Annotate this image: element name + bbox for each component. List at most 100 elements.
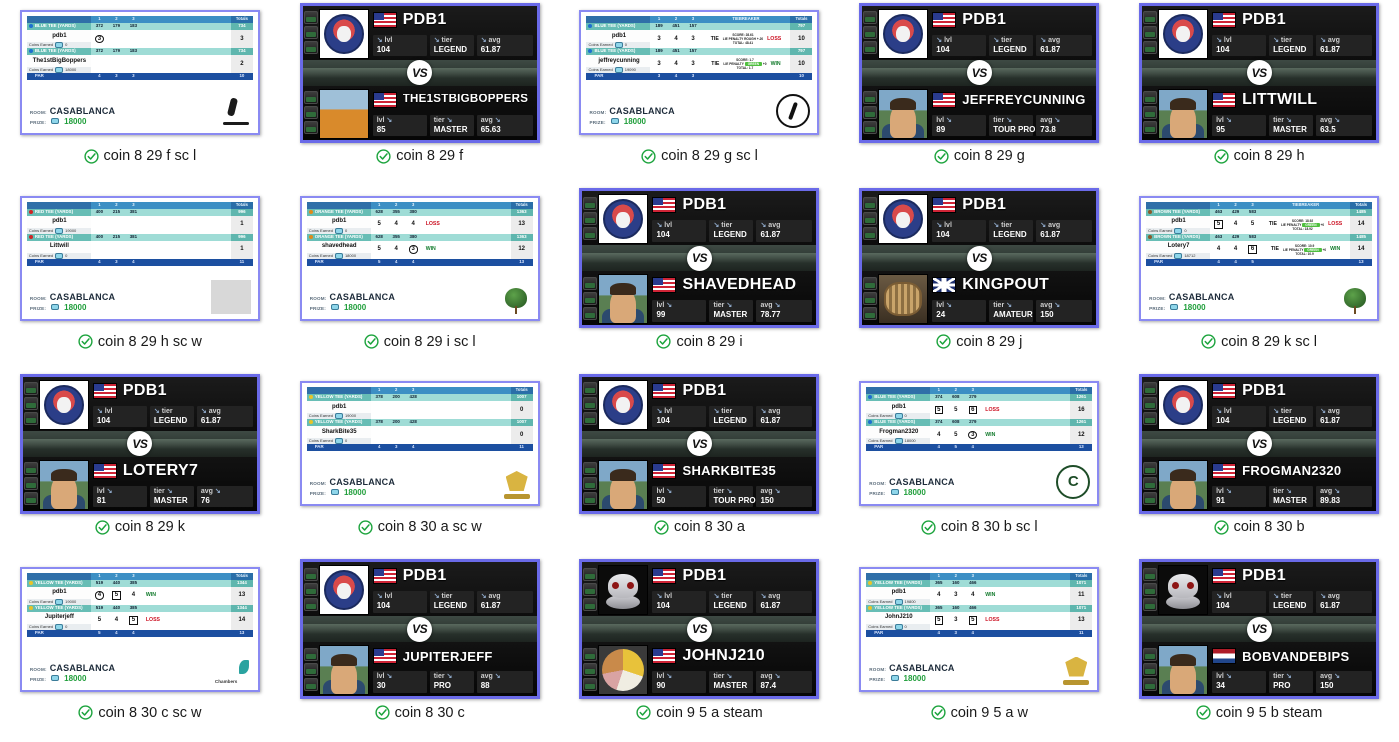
thumbnail-container[interactable]: PDB1 ↘ lvl 104 ↘ tier LEGEND ↘ avg 61.87 VS SHAR…: [577, 373, 821, 514]
file-caption[interactable]: coin 9 5 a w: [839, 705, 1119, 721]
room-row: ROOM: CASABLANCA: [30, 105, 115, 117]
file-caption[interactable]: coin 8 29 i: [560, 334, 840, 350]
player-info-opponent: JOHNJ210 lvl ↘ 90 tier ↘ MASTER avg ↘ 87.4: [651, 642, 816, 696]
scorecard-card[interactable]: 1 2 3 Totals ORANGE TEE (YARDS) 628 355 380 1363…: [299, 195, 540, 321]
file-caption[interactable]: coin 8 29 f sc l: [0, 148, 280, 164]
score-total: 14: [230, 611, 253, 630]
stat-lvl-value: 81: [96, 495, 106, 505]
tee-spacer: [981, 579, 1071, 587]
sort-arrow-icon: ↘: [774, 673, 781, 680]
yardage-hole-1: 400: [90, 233, 108, 241]
player-score-row: Frogman2320 4 5 3 WIN 12: [866, 426, 1093, 444]
file-caption[interactable]: coin 8 29 f: [280, 148, 560, 164]
stat-avg-label: avg ↘: [1320, 487, 1340, 495]
scorecard-footer: ROOM: CASABLANCA PRIZE: 18000: [866, 653, 1092, 686]
scorecard-card[interactable]: 1 2 3 Totals BLUE TEE (YARDS) 372 179 183 734 pdb…: [19, 10, 260, 135]
thumbnail-container[interactable]: PDB1 ↘ lvl 104 ↘ tier LEGEND ↘ avg 61.87 VS SHAV…: [577, 188, 821, 329]
vs-match-card[interactable]: PDB1 ↘ lvl 104 ↘ tier LEGEND ↘ avg 61.87 VS KING…: [859, 188, 1100, 328]
scorecard-card[interactable]: 1 2 3 Totals YELLOW TEE (YARDS) 378 200 428 1007…: [299, 381, 540, 506]
file-caption[interactable]: coin 8 30 b sc l: [839, 519, 1119, 535]
file-caption[interactable]: coin 8 29 i sc l: [280, 334, 560, 350]
file-caption[interactable]: coin 8 29 h sc w: [0, 334, 280, 350]
thumbnail-container[interactable]: PDB1 ↘ lvl 104 ↘ tier LEGEND ↘ avg 61.87 VS JOHN…: [577, 559, 821, 700]
thumbnail-container[interactable]: 1 2 3 Totals YELLOW TEE (YARDS) 519 440 385 1344…: [18, 559, 262, 700]
scorecard-footer: ROOM: CASABLANCA PRIZE: 18000: [586, 92, 812, 129]
thumbnail-container[interactable]: 1 2 3 Totals YELLOW TEE (YARDS) 378 200 428 1007…: [298, 373, 542, 514]
yardage-hole-2: 429: [1227, 208, 1245, 216]
stat-avg-value: 89.83: [1320, 495, 1341, 505]
course-logo-icon: [1062, 655, 1090, 685]
verified-check-icon: [921, 519, 936, 535]
file-caption[interactable]: coin 8 30 a: [560, 519, 840, 535]
vs-match-card[interactable]: PDB1 ↘ lvl 104 ↘ tier LEGEND ↘ avg 61.87 VS LOTE…: [19, 373, 260, 514]
file-caption[interactable]: coin 8 30 c: [280, 705, 560, 721]
sort-arrow-icon: ↘: [386, 673, 393, 680]
vs-match-card[interactable]: PDB1 ↘ lvl 104 ↘ tier LEGEND ↘ avg 61.87 VS SHAV…: [579, 188, 820, 328]
scorecard-card[interactable]: 1 2 3 TIEBREAKER Totals BLUE TEE (YARDS) 189 45…: [579, 10, 820, 135]
thumbnail-container[interactable]: PDB1 ↘ lvl 104 ↘ tier LEGEND ↘ avg 61.87 VS THE1…: [298, 2, 542, 143]
scorecard-card[interactable]: 1 2 3 Totals YELLOW TEE (YARDS) 365 160 466 1071…: [859, 566, 1100, 692]
tee-spacer: [701, 48, 791, 55]
vs-match-card[interactable]: PDB1 ↘ lvl 104 ↘ tier LEGEND ↘ avg 61.87 VS JOHN…: [579, 559, 820, 699]
thumbnail-container[interactable]: PDB1 ↘ lvl 104 ↘ tier LEGEND ↘ avg 61.87 VS JUPI…: [298, 559, 542, 700]
scorecard-card[interactable]: 1 2 3 Totals RED TEE (YARDS) 400 215 381 996 pdb1…: [19, 195, 260, 321]
totals-header: Totals: [510, 201, 533, 209]
rank-badge-icon: [583, 306, 598, 320]
thumbnail-container[interactable]: PDB1 ↘ lvl 104 ↘ tier LEGEND ↘ avg 61.87 VS LITT…: [1137, 2, 1381, 143]
file-caption[interactable]: coin 8 29 j: [839, 334, 1119, 350]
sort-arrow-icon: ↘: [480, 36, 487, 44]
thumbnail-container[interactable]: 1 2 3 Totals ORANGE TEE (YARDS) 628 355 380 1363…: [298, 188, 542, 329]
file-caption[interactable]: coin 8 29 g sc l: [560, 148, 840, 164]
vs-match-card[interactable]: PDB1 ↘ lvl 104 ↘ tier LEGEND ↘ avg 61.87 VS LITT…: [1139, 2, 1380, 143]
tee-label: YELLOW TEE (YARDS): [306, 394, 371, 401]
scorecard-card[interactable]: 1 2 3 Totals BLUE TEE (YARDS) 374 608 279 1261 pd…: [859, 381, 1100, 506]
vs-match-card[interactable]: PDB1 ↘ lvl 104 ↘ tier LEGEND ↘ avg 61.87 VS FROG…: [1139, 373, 1380, 514]
hole-header-2: 2: [947, 387, 965, 394]
file-caption[interactable]: coin 9 5 a steam: [560, 705, 840, 721]
vs-match-card[interactable]: PDB1 ↘ lvl 104 ↘ tier LEGEND ↘ avg 61.87 VS SHAR…: [579, 373, 820, 514]
vs-match-card[interactable]: PDB1 ↘ lvl 104 ↘ tier LEGEND ↘ avg 61.87 VS BOBV…: [1139, 559, 1380, 699]
player-name-cell: pdb1: [866, 586, 931, 599]
footer-meta: ROOM: CASABLANCA PRIZE: 18000: [30, 105, 115, 128]
stat-lvl-label: ↘ lvl: [936, 222, 952, 229]
file-caption[interactable]: coin 8 29 g: [839, 148, 1119, 164]
sort-arrow-icon: ↘: [1225, 673, 1232, 680]
file-caption[interactable]: coin 8 29 h: [1119, 148, 1399, 164]
sort-arrow-icon: ↘: [96, 407, 103, 415]
thumbnail-container[interactable]: 1 2 3 TIEBREAKER Totals BLUE TEE (YARDS) 189 45…: [577, 2, 821, 143]
player-row-opponent: JOHNJ210 lvl ↘ 90 tier ↘ MASTER avg ↘ 87.4: [582, 642, 817, 696]
file-caption[interactable]: coin 8 30 a sc w: [280, 519, 560, 535]
tee-color-dot: [28, 234, 33, 239]
thumbnail-container[interactable]: PDB1 ↘ lvl 104 ↘ tier LEGEND ↘ avg 61.87 VS FROG…: [1137, 373, 1381, 514]
file-caption[interactable]: coin 8 30 b: [1119, 519, 1399, 535]
thumbnail-container[interactable]: PDB1 ↘ lvl 104 ↘ tier LEGEND ↘ avg 61.87 VS BOBV…: [1137, 559, 1381, 700]
hole-header-1: 1: [1210, 201, 1228, 209]
thumbnail-container[interactable]: 1 2 3 TIEBREAKER Totals BROWN TEE (YARDS) 463 4…: [1137, 188, 1381, 329]
stat-avg-value: 65.63: [480, 124, 501, 134]
thumbnail-container[interactable]: PDB1 ↘ lvl 104 ↘ tier LEGEND ↘ avg 61.87 VS KING…: [857, 188, 1101, 329]
file-caption[interactable]: coin 8 30 c sc w: [0, 705, 280, 721]
badge-column: [862, 271, 878, 325]
scorecard-card[interactable]: 1 2 3 Totals YELLOW TEE (YARDS) 519 440 385 1344…: [19, 566, 260, 692]
stat-avg-label: ↘ avg: [480, 593, 501, 600]
scorecard-card[interactable]: 1 2 3 TIEBREAKER Totals BROWN TEE (YARDS) 463 4…: [1139, 195, 1380, 321]
score-hole-2: 3: [947, 586, 965, 605]
vs-match-card[interactable]: PDB1 ↘ lvl 104 ↘ tier LEGEND ↘ avg 61.87 VS THE1…: [299, 2, 540, 143]
file-caption[interactable]: coin 8 29 k sc l: [1119, 334, 1399, 350]
file-name: coin 8 30 c: [394, 704, 465, 721]
tiebreaker-line-3: TOTAL: 18.92: [1292, 226, 1313, 231]
thumbnail-container[interactable]: 1 2 3 Totals BLUE TEE (YARDS) 372 179 183 734 pdb…: [18, 2, 262, 143]
thumbnail-container[interactable]: 1 2 3 Totals YELLOW TEE (YARDS) 365 160 466 1071…: [857, 559, 1101, 700]
thumbnail-container[interactable]: 1 2 3 Totals BLUE TEE (YARDS) 374 608 279 1261 pd…: [857, 373, 1101, 514]
thumbnail-container[interactable]: PDB1 ↘ lvl 104 ↘ tier LEGEND ↘ avg 61.87 VS LOTE…: [18, 373, 262, 514]
file-caption[interactable]: coin 8 29 k: [0, 519, 280, 535]
player-info-me: PDB1 ↘ lvl 104 ↘ tier LEGEND ↘ avg 61.87: [931, 191, 1096, 245]
thumbnail-container[interactable]: PDB1 ↘ lvl 104 ↘ tier LEGEND ↘ avg 61.87 VS JEFF…: [857, 2, 1101, 143]
yardage-hole-3: 385: [124, 604, 142, 612]
vs-match-card[interactable]: PDB1 ↘ lvl 104 ↘ tier LEGEND ↘ avg 61.87 VS JUPI…: [299, 559, 540, 699]
thumbnail-container[interactable]: 1 2 3 Totals RED TEE (YARDS) 400 215 381 996 pdb1…: [18, 188, 262, 329]
vs-match-card[interactable]: PDB1 ↘ lvl 104 ↘ tier LEGEND ↘ avg 61.87 VS JEFF…: [859, 2, 1100, 143]
rank-badge-icon: [1143, 41, 1158, 54]
file-caption[interactable]: coin 9 5 b steam: [1119, 705, 1399, 721]
grid-cell-4: PDB1 ↘ lvl 104 ↘ tier LEGEND ↘ avg 61.87 VS JEFF…: [839, 0, 1119, 186]
